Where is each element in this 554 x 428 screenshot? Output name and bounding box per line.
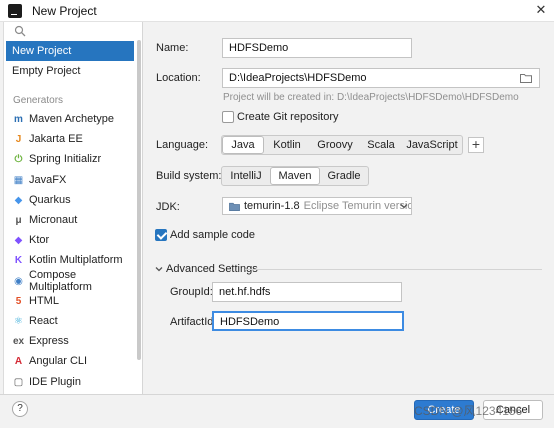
window-title: New Project — [32, 4, 97, 18]
generator-item[interactable]: A Angular CLI — [12, 351, 138, 371]
generator-item[interactable]: ◆ Ktor — [12, 230, 138, 250]
help-button[interactable]: ? — [12, 401, 28, 417]
generator-label: IDE Plugin — [29, 376, 81, 388]
jdk-value: temurin-1.8 — [244, 200, 300, 212]
language-option-java[interactable]: Java — [222, 136, 264, 154]
generator-item[interactable]: ⏻ Spring Initializr — [12, 149, 138, 169]
location-hint: Project will be created in: D:\IdeaProje… — [223, 92, 519, 103]
generator-label: Maven Archetype — [29, 113, 114, 125]
compose-icon: ◉ — [14, 275, 23, 287]
sidebar-item-empty-project[interactable]: Empty Project — [6, 61, 134, 81]
react-icon: ⚛ — [14, 315, 23, 327]
micronaut-icon: μ — [15, 214, 22, 226]
generator-label: Ktor — [29, 234, 50, 246]
artifactid-label: ArtifactId: — [170, 316, 217, 328]
express-icon: ex — [12, 335, 25, 347]
sidebar-item-label: Empty Project — [12, 65, 81, 77]
quarkus-icon: ◆ — [14, 194, 23, 206]
build-system-selector: IntelliJ Maven Gradle — [221, 166, 369, 186]
generator-item[interactable]: ex Express — [12, 331, 138, 351]
sidebar-item-label: New Project — [12, 45, 72, 57]
chevron-down-icon[interactable] — [154, 264, 164, 274]
intellij-app-icon — [8, 4, 22, 18]
build-option-intellij[interactable]: IntelliJ — [222, 167, 270, 185]
generator-label: Jakarta EE — [29, 133, 83, 145]
language-option-kotlin[interactable]: Kotlin — [264, 136, 310, 154]
generator-item[interactable]: J Jakarta EE — [12, 129, 138, 149]
generator-label: HTML — [29, 295, 59, 307]
generator-label: Compose Multiplatform — [29, 269, 92, 293]
generator-item[interactable]: m Maven Archetype — [12, 109, 138, 129]
generator-item[interactable]: ▢ IDE Plugin — [12, 372, 138, 392]
generator-item[interactable]: ▦ JavaFX — [12, 170, 138, 190]
build-option-maven[interactable]: Maven — [270, 167, 320, 185]
angular-icon: A — [14, 355, 23, 367]
build-option-gradle[interactable]: Gradle — [320, 167, 368, 185]
add-sample-code-label: Add sample code — [170, 229, 255, 241]
generator-label: Express — [29, 335, 69, 347]
advanced-settings-separator — [245, 269, 542, 270]
maven-icon: m — [14, 113, 23, 125]
generator-label: Spring Initializr — [29, 153, 102, 165]
spring-icon: ⏻ — [14, 153, 23, 165]
generator-label: React — [29, 315, 58, 327]
generator-item[interactable]: K Kotlin Multiplatform — [12, 250, 138, 270]
language-option-scala[interactable]: Scala — [360, 136, 402, 154]
build-system-label: Build system: — [156, 170, 222, 182]
folder-icon[interactable] — [520, 73, 532, 83]
jdk-select[interactable]: temurin-1.8 Eclipse Temurin version 1. — [222, 197, 412, 215]
language-option-javascript[interactable]: JavaScript — [402, 136, 462, 154]
add-language-button[interactable]: + — [468, 137, 484, 153]
jdk-label: JDK: — [156, 201, 180, 213]
location-field[interactable]: D:\IdeaProjects\HDFSDemo — [222, 68, 540, 88]
generator-label: Micronaut — [29, 214, 78, 226]
groupid-field[interactable]: net.hf.hdfs — [212, 282, 402, 302]
sidebar-item-new-project[interactable]: New Project — [6, 41, 134, 61]
language-selector: Java Kotlin Groovy Scala JavaScript — [221, 135, 463, 155]
generators-heading: Generators — [13, 95, 64, 106]
generator-item[interactable]: 5 HTML — [12, 291, 138, 311]
plugin-icon: ▢ — [13, 376, 24, 388]
groupid-label: GroupId: — [170, 286, 213, 298]
advanced-settings-toggle[interactable]: Advanced Settings — [166, 263, 258, 275]
location-label: Location: — [156, 72, 201, 84]
name-field[interactable]: HDFSDemo — [222, 38, 412, 58]
jdk-folder-icon — [229, 202, 240, 211]
generator-item[interactable]: μ Micronaut — [12, 210, 138, 230]
html-icon: 5 — [15, 295, 22, 307]
jakarta-icon: J — [15, 133, 22, 145]
sidebar-search[interactable] — [8, 22, 138, 40]
language-option-groovy[interactable]: Groovy — [310, 136, 360, 154]
language-label: Language: — [156, 139, 208, 151]
generator-item[interactable]: ◆ Quarkus — [12, 190, 138, 210]
artifactid-field[interactable]: HDFSDemo — [212, 311, 404, 331]
watermark: CSDN @风1234156 — [414, 404, 523, 418]
search-icon — [14, 25, 26, 37]
close-icon[interactable]: ✕ — [532, 1, 550, 19]
generator-label: Kotlin Multiplatform — [29, 254, 123, 266]
generator-item[interactable]: ⚛ React — [12, 311, 138, 331]
jdk-detail: Eclipse Temurin version 1. — [303, 200, 411, 212]
create-git-label: Create Git repository — [237, 111, 339, 123]
name-label: Name: — [156, 42, 189, 54]
create-git-checkbox[interactable] — [222, 111, 234, 123]
generator-label: JavaFX — [29, 174, 67, 186]
add-sample-code-checkbox[interactable] — [155, 229, 167, 241]
chevron-down-icon[interactable] — [399, 201, 409, 211]
generator-item[interactable]: ◉ Compose Multiplatform — [12, 269, 138, 293]
generator-label: Angular CLI — [29, 355, 88, 367]
javafx-icon: ▦ — [13, 174, 24, 186]
generator-label: Quarkus — [29, 194, 71, 206]
kotlin-icon: K — [14, 254, 23, 266]
sidebar-scrollbar-thumb[interactable] — [137, 40, 141, 360]
ktor-icon: ◆ — [14, 234, 23, 246]
